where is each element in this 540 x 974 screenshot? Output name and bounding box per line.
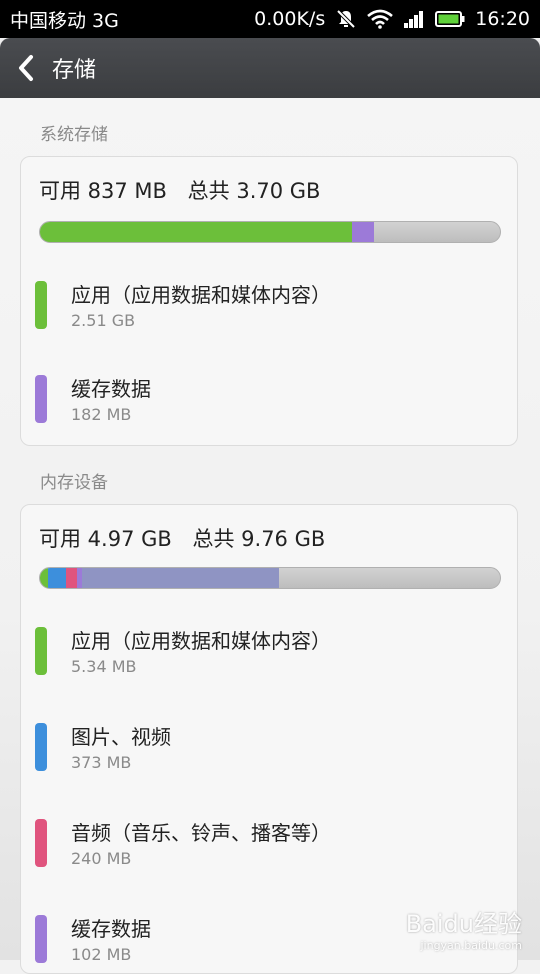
- usage-segment-other: [82, 568, 280, 588]
- list-item-internal-apps[interactable]: 应用（应用数据和媒体内容） 5.34 MB: [35, 619, 505, 679]
- item-name: 缓存数据: [71, 917, 151, 941]
- status-bar: 中国移动 3G 0.00K/s 16:20: [0, 0, 540, 38]
- carrier-label: 中国移动 3G: [10, 9, 119, 32]
- status-icons: 0.00K/s 16:20: [254, 8, 530, 30]
- baidu-watermark: Baidu经验 jingyan.baidu.com: [406, 904, 522, 952]
- list-item-internal-audio[interactable]: 音频（音乐、铃声、播客等） 240 MB: [35, 811, 505, 871]
- list-item-system-cache[interactable]: 缓存数据 182 MB: [35, 367, 505, 427]
- signal-icon: [403, 9, 425, 29]
- system-available: 可用 837 MB: [39, 179, 167, 203]
- internal-storage-summary: 可用 4.97 GB 总共 9.76 GB: [39, 523, 325, 553]
- system-storage-card: 可用 837 MB 总共 3.70 GB 应用（应用数据和媒体内容） 2.51 …: [20, 156, 518, 446]
- internal-available: 可用 4.97 GB: [39, 527, 172, 551]
- wifi-icon: [367, 9, 394, 29]
- page-title: 存储: [52, 58, 97, 83]
- system-usage-bar: [39, 221, 501, 243]
- system-storage-summary: 可用 837 MB 总共 3.70 GB: [39, 175, 320, 205]
- system-total: 总共 3.70 GB: [187, 179, 321, 203]
- item-name: 图片、视频: [71, 725, 171, 749]
- back-button[interactable]: [0, 38, 52, 98]
- color-swatch: [35, 723, 47, 771]
- network-speed: 0.00K/s: [254, 8, 326, 30]
- item-size: 2.51 GB: [71, 311, 136, 330]
- battery-icon: [435, 10, 465, 28]
- color-swatch: [35, 375, 47, 423]
- usage-segment-audio: [65, 568, 77, 588]
- color-swatch: [35, 627, 47, 675]
- item-name: 应用（应用数据和媒体内容）: [71, 283, 331, 307]
- item-name: 应用（应用数据和媒体内容）: [71, 629, 331, 653]
- color-swatch: [35, 915, 47, 963]
- color-swatch: [35, 281, 47, 329]
- title-bar: 存储: [0, 38, 540, 98]
- internal-usage-bar: [39, 567, 501, 589]
- usage-segment-app: [40, 568, 49, 588]
- storage-content[interactable]: 系统存储 可用 837 MB 总共 3.70 GB 应用（应用数据和媒体内容） …: [0, 98, 540, 974]
- section-label-internal: 内存设备: [40, 473, 108, 493]
- usage-segment-pictures: [48, 568, 66, 588]
- clock: 16:20: [475, 8, 530, 30]
- muted-bell-icon: [335, 8, 357, 30]
- color-swatch: [35, 819, 47, 867]
- item-size: 373 MB: [71, 753, 132, 772]
- list-item-internal-pictures[interactable]: 图片、视频 373 MB: [35, 715, 505, 775]
- section-label-system: 系统存储: [40, 125, 108, 145]
- usage-segment-app: [40, 222, 352, 242]
- chevron-left-icon: [19, 55, 33, 81]
- list-item-system-apps[interactable]: 应用（应用数据和媒体内容） 2.51 GB: [35, 273, 505, 333]
- item-size: 5.34 MB: [71, 657, 137, 676]
- usage-segment-cache: [351, 222, 374, 242]
- item-name: 缓存数据: [71, 377, 151, 401]
- item-size: 240 MB: [71, 849, 132, 868]
- watermark-brand: Baidu经验: [405, 910, 522, 938]
- item-size: 182 MB: [71, 405, 132, 424]
- watermark-url: jingyan.baidu.com: [420, 939, 522, 952]
- item-name: 音频（音乐、铃声、播客等）: [71, 821, 331, 845]
- item-size: 102 MB: [71, 945, 132, 964]
- internal-total: 总共 9.76 GB: [192, 527, 326, 551]
